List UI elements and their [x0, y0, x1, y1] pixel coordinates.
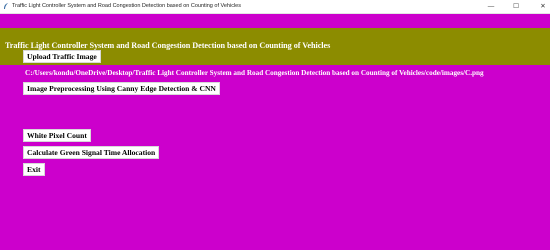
white-pixel-count-button[interactable]: White Pixel Count	[23, 129, 91, 142]
close-icon[interactable]: ✕	[533, 1, 550, 12]
maximize-icon[interactable]: ☐	[506, 1, 526, 12]
minimize-icon[interactable]: —	[481, 1, 501, 12]
upload-traffic-image-button[interactable]: Upload Traffic Image	[23, 50, 101, 63]
window-titlebar: Traffic Light Controller System and Road…	[0, 0, 550, 14]
image-preprocessing-button[interactable]: Image Preprocessing Using Canny Edge Det…	[23, 82, 220, 95]
window-title: Traffic Light Controller System and Road…	[12, 3, 241, 9]
page-title: Traffic Light Controller System and Road…	[5, 41, 331, 50]
image-path-label: C:/Users/kondu/OneDrive/Desktop/Traffic …	[25, 69, 484, 77]
exit-button[interactable]: Exit	[23, 163, 45, 176]
calculate-green-signal-button[interactable]: Calculate Green Signal Time Allocation	[23, 146, 160, 159]
feather-icon	[4, 3, 8, 9]
